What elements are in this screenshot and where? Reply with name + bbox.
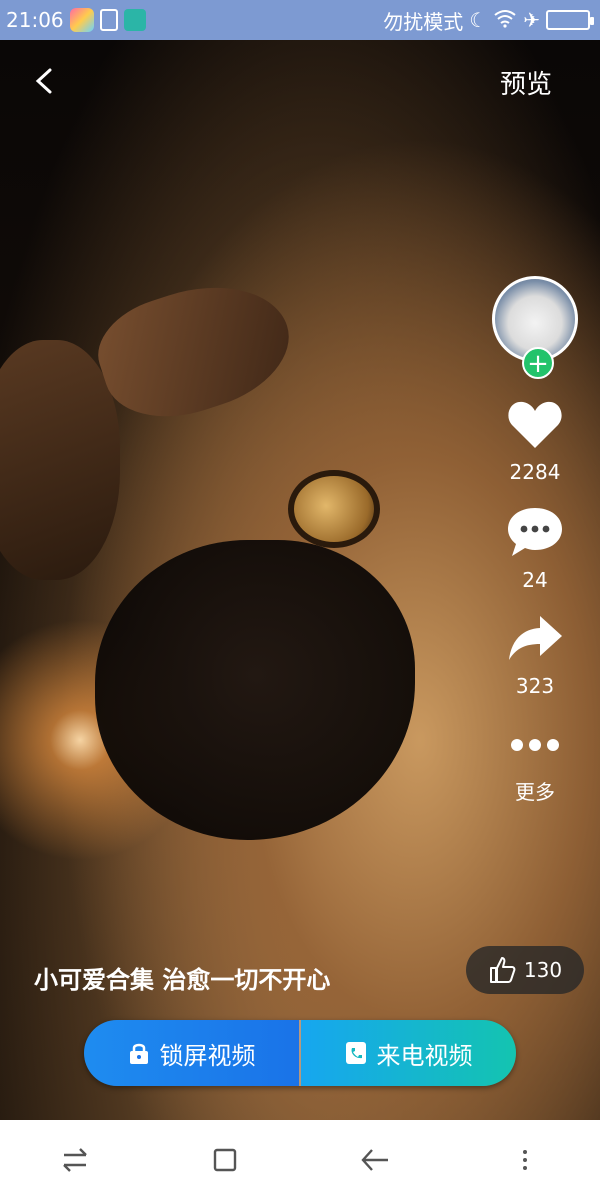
status-time: 21:06 [6,8,64,32]
menu-dots-icon [523,1150,527,1170]
like-count: 2284 [509,460,561,484]
lock-icon [129,1043,148,1064]
comment-count: 24 [522,568,548,592]
thumbs-up-icon [489,957,516,983]
status-bar: 21:06 勿扰模式 ☾ ✈ [0,0,600,40]
back-button[interactable] [30,66,60,96]
system-nav-bar [0,1120,600,1200]
brush-icon [99,9,118,31]
call-video-button[interactable]: 来电视频 [301,1020,516,1086]
cat-eye-shape [288,470,380,548]
nav-switch-button[interactable] [55,1140,95,1180]
comment-button[interactable]: 24 [506,506,564,592]
follow-button[interactable]: + [522,347,554,379]
preview-button[interactable]: 预览 [500,64,552,101]
airplane-icon: ✈ [523,8,540,32]
share-button[interactable]: 323 [506,614,564,698]
usb-icon [123,9,146,31]
nav-back-button[interactable] [355,1140,395,1180]
battery-icon [546,10,594,30]
back-icon [361,1149,388,1171]
like-button[interactable]: 2284 [506,398,564,484]
lock-screen-video-label: 锁屏视频 [159,1041,256,1070]
like-pill-button[interactable]: 130 [466,946,584,994]
share-icon [509,616,562,660]
cat-mouth-shape [95,540,415,840]
lock-screen-video-button[interactable]: 锁屏视频 [84,1020,299,1086]
share-count: 323 [515,674,555,698]
author-avatar[interactable]: + [492,276,578,379]
comment-icon [508,508,562,556]
square-icon [213,1148,237,1172]
nav-home-button[interactable] [205,1140,245,1180]
heart-icon [508,401,562,448]
person-silhouette [0,340,120,580]
wifi-icon [493,8,517,33]
more-label: 更多 [515,780,555,804]
more-dots-icon [511,739,559,751]
moon-icon: ☾ [469,8,488,32]
call-video-label: 来电视频 [376,1041,473,1070]
dnd-label: 勿扰模式 [383,9,464,34]
set-video-bar: 锁屏视频 来电视频 [84,1020,516,1086]
hand-shape [86,263,304,437]
app-icon [69,8,94,32]
phone-card-icon [345,1042,366,1064]
nav-menu-button[interactable] [505,1140,545,1180]
video-caption: 小可爱合集 治愈一切不开心 [34,966,331,994]
switch-arrows-icon [63,1148,87,1172]
like-pill-count: 130 [523,958,563,982]
more-button[interactable]: 更多 [510,738,560,805]
status-right: 勿扰模式 ☾ ✈ [383,6,594,35]
right-action-rail: + 2284 24 323 更多 [490,276,580,805]
back-arrow-icon [35,68,52,94]
